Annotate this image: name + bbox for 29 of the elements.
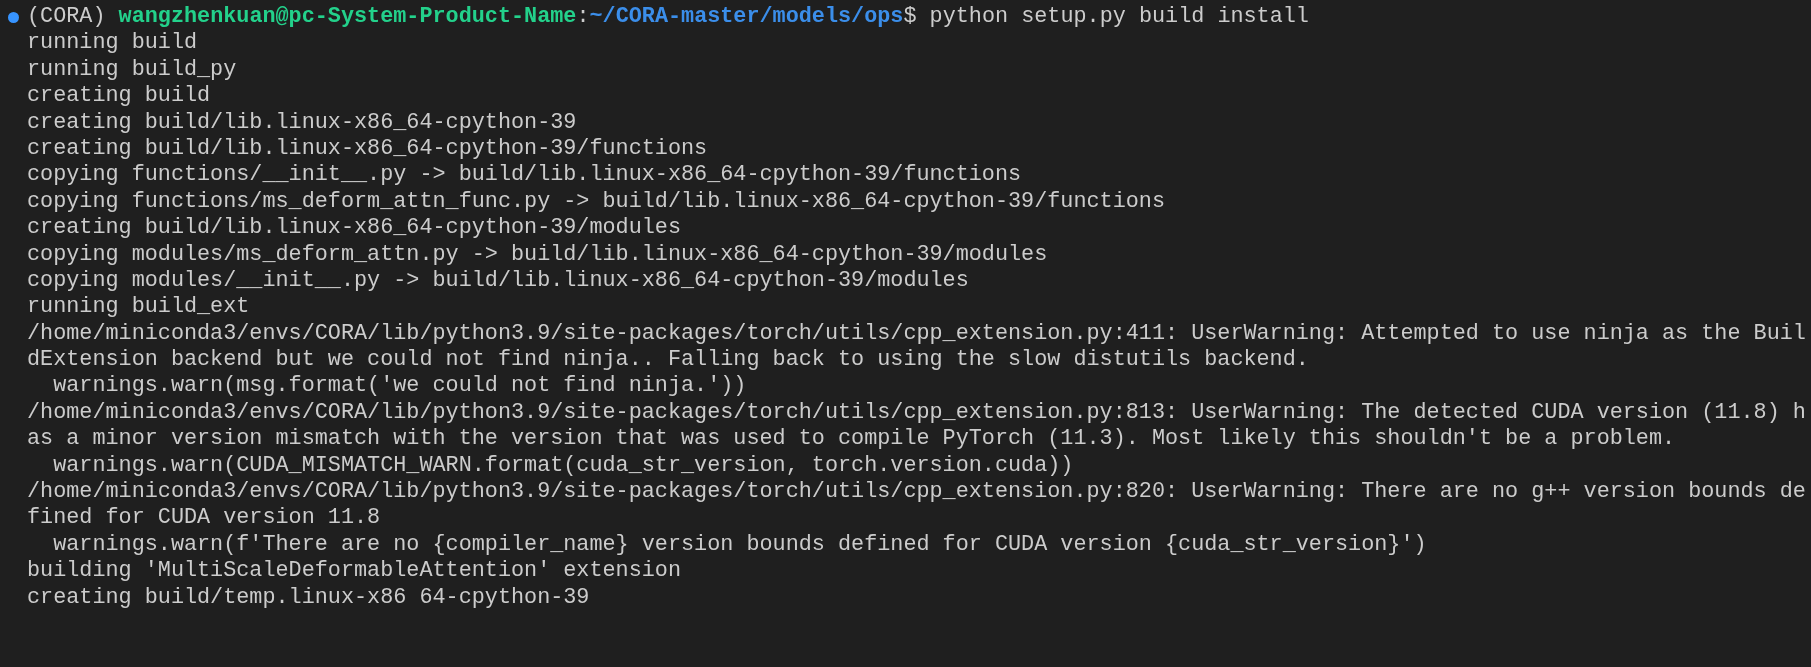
output-line: running build_ext [27, 294, 250, 320]
output-line: copying modules/__init__.py -> build/lib.linux-x86_64-cpython-39/modules [27, 267, 969, 293]
output-line: /home/miniconda3/envs/CORA/lib/python3.9/site-packages/torch/utils/cpp_extension.py:820: UserWarning: There are no g++ version bounds de [27, 479, 1806, 505]
command-text: python setup.py build install [929, 4, 1309, 31]
output-line: as a minor version mismatch with the version that was used to compile PyTorch (11.3). Most likely this shouldn't be a problem. [27, 426, 1676, 452]
prompt-separator: : [576, 4, 590, 31]
output-line: building 'MultiScaleDeformableAttention' extension [27, 558, 681, 584]
output-line: /home/miniconda3/envs/CORA/lib/python3.9/site-packages/torch/utils/cpp_extension.py:411: UserWarning: Attempted to use ninja as the Buil [27, 320, 1806, 346]
output-line: warnings.warn(f'There are no {compiler_name} version bounds defined for CUDA version {cuda_str_version}') [52, 531, 1427, 557]
output-line: running build_py [27, 56, 237, 82]
output-line: copying functions/ms_deform_attn_func.py -> build/lib.linux-x86_64-cpython-39/functions [27, 188, 1165, 214]
command-status-icon [8, 11, 19, 23]
output-line: copying modules/ms_deform_attn.py -> build/lib.linux-x86_64-cpython-39/modules [27, 241, 1048, 267]
output-line: creating build/lib.linux-x86_64-cpython-39/modules [27, 215, 681, 241]
output-line: warnings.warn(msg.format('we could not find ninja.')) [52, 373, 747, 399]
output-line: warnings.warn(CUDA_MISMATCH_WARN.format(cuda_str_version, torch.version.cuda)) [52, 452, 1074, 478]
prompt-symbol: $ [903, 4, 917, 31]
current-path: ~/CORA-master/models/ops [589, 4, 904, 31]
output-line: fined for CUDA version 11.8 [27, 505, 381, 531]
output-line: creating build/lib.linux-x86_64-cpython-39/functions [27, 135, 708, 161]
output-line: /home/miniconda3/envs/CORA/lib/python3.9/site-packages/torch/utils/cpp_extension.py:813: UserWarning: The detected CUDA version (11.8) h [27, 399, 1806, 425]
user-host: wangzhenkuan@pc-System-Product-Name [118, 4, 577, 31]
output-line: creating build [27, 83, 211, 109]
output-line: dExtension backend but we could not find ninja.. Falling back to using the slow distutils backend. [27, 347, 1309, 373]
output-line: creating build/lib.linux-x86_64-cpython-39 [27, 109, 577, 135]
output-line: running build [27, 30, 198, 56]
output-line: creating build/temp.linux-x86 64-cpython-39 [27, 584, 590, 610]
env-name: (CORA) [27, 4, 106, 31]
output-line: copying functions/__init__.py -> build/lib.linux-x86_64-cpython-39/functions [27, 162, 1022, 188]
